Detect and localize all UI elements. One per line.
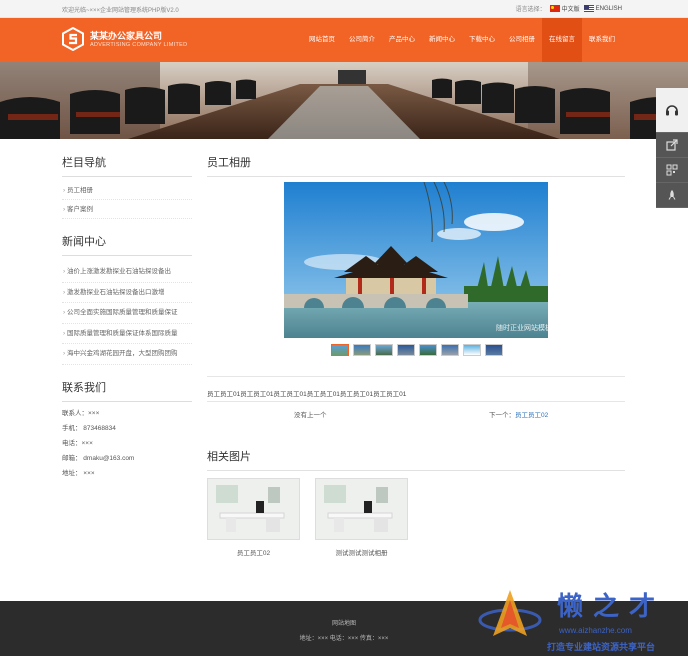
contact-person: 联系人：×××	[62, 409, 100, 417]
news-item[interactable]: 油价上涨激发勘探业石油钻探设备出	[62, 262, 192, 283]
us-flag-icon	[583, 5, 594, 12]
news-item[interactable]: 国际质量管理和质量保证体系国际质量	[62, 324, 192, 344]
nav-contact[interactable]: 联系我们	[582, 18, 622, 62]
divider	[207, 401, 625, 402]
thumbnail[interactable]	[331, 344, 349, 356]
watermark-brand: 懒之才	[557, 592, 666, 622]
company-subtitle: ADVERTISING COMPANY LIMITED	[90, 41, 188, 48]
sidebar-news-title: 新闻中心	[62, 233, 192, 256]
pavilion-bridge-image: 随时正业网站模板	[284, 182, 548, 338]
nav-downloads[interactable]: 下载中心	[462, 18, 502, 62]
share-icon	[666, 139, 678, 151]
headset-icon	[666, 105, 678, 116]
main-nav: 网站首页 公司简介 产品中心 新闻中心 下载中心 公司相册 在线留言 联系我们	[302, 18, 622, 62]
next-item: 下一个：员工员工02	[489, 409, 548, 419]
customer-service-button[interactable]	[656, 88, 688, 133]
nav-news[interactable]: 新闻中心	[422, 18, 462, 62]
photo-description: 员工员工01员工员工01员工员工01员工员工01员工员工01员工员工01	[207, 391, 407, 398]
thumbnail[interactable]	[353, 344, 371, 356]
nav-about[interactable]: 公司简介	[342, 18, 382, 62]
lang-en-link[interactable]: ENGLISH	[583, 5, 622, 12]
rocket-icon	[668, 190, 676, 200]
nav-message[interactable]: 在线留言	[542, 18, 582, 62]
sidebar: 栏目导航 员工相册 客户案例 新闻中心 油价上涨激发勘探业石油钻探设备出 激发勘…	[62, 154, 192, 481]
related-caption[interactable]: 员工员工02	[207, 547, 300, 557]
thumbnail[interactable]	[485, 344, 503, 356]
photo-watermark: 随时正业网站模板	[496, 323, 548, 332]
related-caption[interactable]: 测试测试测试相册	[315, 547, 408, 557]
divider	[207, 376, 625, 377]
china-flag-icon	[549, 5, 560, 12]
sidebar-item-staff-album[interactable]: 员工相册	[62, 181, 192, 200]
qrcode-icon	[666, 164, 678, 176]
related-image[interactable]	[315, 478, 408, 540]
contact-address: 地址： ×××	[62, 469, 95, 477]
sidebar-contact-title: 联系我们	[62, 379, 192, 402]
thumbnail[interactable]	[441, 344, 459, 356]
site-watermark: 懒之才 www.aizhanzhe.com 打造专业建站资源共享平台	[467, 582, 682, 656]
related-title: 相关图片	[207, 448, 625, 471]
nav-album[interactable]: 公司相册	[502, 18, 542, 62]
watermark-site: www.aizhanzhe.com	[559, 626, 632, 635]
thumbnail-strip	[331, 344, 503, 356]
thumbnail[interactable]	[397, 344, 415, 356]
thumbnail[interactable]	[419, 344, 437, 356]
contact-email: 邮箱： dmaku@163.com	[62, 454, 135, 462]
header: 某某办公家具公司 ADVERTISING COMPANY LIMITED 网站首…	[0, 18, 688, 62]
sidebar-nav-title: 栏目导航	[62, 154, 192, 177]
news-item[interactable]: 海中兴金鸡湖花园开盘，大型团购团购	[62, 344, 192, 365]
conference-room-image	[0, 62, 688, 139]
logo[interactable]: 某某办公家具公司 ADVERTISING COMPANY LIMITED	[62, 27, 187, 51]
company-name: 某某办公家具公司	[90, 30, 163, 41]
next-label: 下一个：	[489, 412, 515, 419]
qrcode-button[interactable]	[656, 158, 688, 183]
logo-hexagon-icon	[62, 27, 84, 51]
welcome-text: 欢迎光临~×××企业网站管理系统PHP版V2.0	[62, 8, 179, 14]
language-label: 语言选择：	[515, 7, 546, 13]
contact-phone: 电话：×××	[62, 439, 93, 447]
thumbnail[interactable]	[463, 344, 481, 356]
watermark-logo-icon	[478, 590, 542, 636]
news-item[interactable]: 公司全面实施国际质量管理和质量保证	[62, 303, 192, 324]
thumbnail[interactable]	[375, 344, 393, 356]
news-item[interactable]: 激发勘探业石油钻探设备出口激增	[62, 283, 192, 303]
back-to-top-button[interactable]	[656, 183, 688, 208]
office-desk-image	[316, 479, 407, 539]
banner-image	[0, 62, 688, 139]
related-item[interactable]: 员工员工02	[207, 478, 300, 557]
related-image[interactable]	[207, 478, 300, 540]
contact-mobile: 手机： 873468834	[62, 424, 116, 432]
language-switcher: 语言选择： 中文版 ENGLISH	[516, 4, 622, 13]
main-content: 员工相册 随时正业网站模板 员工员工01员工员工01员工员工01员工员工01员工…	[207, 154, 625, 557]
nav-home[interactable]: 网站首页	[302, 18, 342, 62]
page-title: 员工相册	[207, 154, 625, 177]
nav-products[interactable]: 产品中心	[382, 18, 422, 62]
prev-item: 没有上一个	[294, 412, 327, 419]
sidebar-item-client-cases[interactable]: 客户案例	[62, 200, 192, 219]
lang-en-label: ENGLISH	[595, 5, 622, 12]
related-item[interactable]: 测试测试测试相册	[315, 478, 408, 557]
sidebar-news-list: 油价上涨激发勘探业石油钻探设备出 激发勘探业石油钻探设备出口激增 公司全面实施国…	[62, 262, 192, 365]
watermark-slogan: 打造专业建站资源共享平台	[547, 642, 656, 652]
floating-toolbar	[656, 88, 688, 208]
office-desk-image	[208, 479, 299, 539]
sidebar-nav-list: 员工相册 客户案例	[62, 181, 192, 219]
lang-cn-link[interactable]: 中文版	[549, 4, 580, 13]
contact-info: 联系人：××× 手机： 873468834 电话：××× 邮箱： dmaku@1…	[62, 406, 192, 481]
top-bar: 欢迎光临~×××企业网站管理系统PHP版V2.0 语言选择： 中文版 ENGLI…	[0, 0, 688, 18]
next-link[interactable]: 员工员工02	[515, 412, 548, 419]
share-button[interactable]	[656, 133, 688, 158]
lang-cn-label: 中文版	[561, 7, 580, 13]
album-photo[interactable]: 随时正业网站模板	[284, 182, 548, 338]
